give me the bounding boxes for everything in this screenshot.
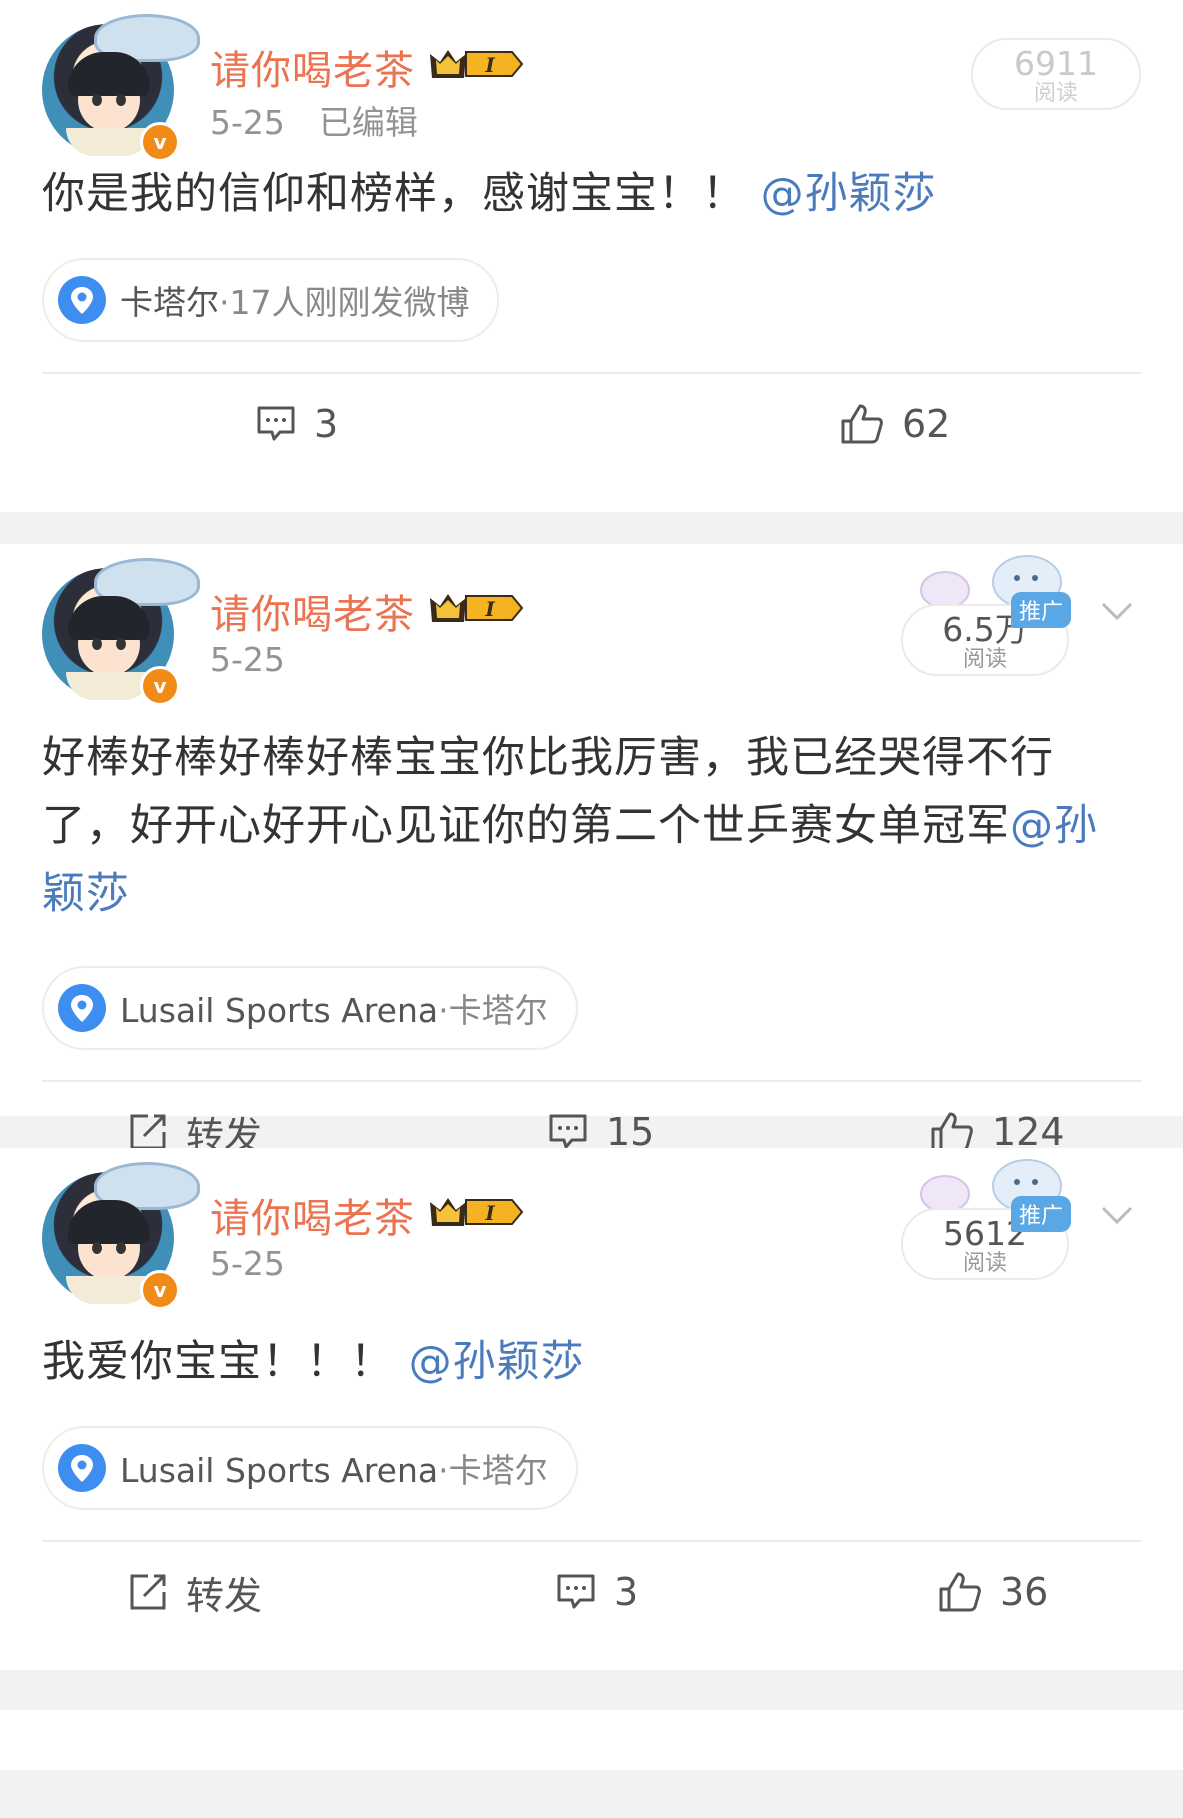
post-header: v 请你喝老茶 I 5-25 已编辑 6911 阅读 [42,0,1141,190]
read-label: 阅读 [962,647,1007,672]
post-text: 好棒好棒好棒好棒宝宝你比我厉害，我已经哭得不行了，好开心好开心见证你的第二个世乒… [42,724,1141,928]
comment-count: 3 [614,1570,639,1614]
like-button[interactable]: 36 [938,1542,1048,1642]
edited-label: 已编辑 [318,103,418,142]
post-date: 5-25 [210,640,285,679]
location-chip[interactable]: Lusail Sports Arena·卡塔尔 [42,966,578,1050]
location-pin-icon [58,1444,106,1492]
like-icon [931,1112,973,1152]
repost-icon [130,1574,166,1610]
crown-badge-icon[interactable]: I [428,46,524,82]
feed-gap [0,512,1183,544]
crown-badge-icon[interactable]: I [428,590,524,626]
post-header: v 请你喝老茶 I 5-25 6.5万 阅读 推广 [42,544,1141,734]
avatar-eye [92,638,102,650]
like-icon [939,1572,981,1612]
comment-icon [257,406,295,441]
read-count: 6911 [1014,44,1098,83]
post-card: v 请你喝老茶 I 5-25 6.5万 阅读 推广 好棒好棒好棒好棒宝宝你比我厉… [0,544,1183,1158]
avatar[interactable]: v [42,558,200,706]
svg-text:I: I [484,597,495,621]
username[interactable]: 请你喝老茶 [210,38,415,96]
location-text: 卡塔尔·17人刚刚发微博 [120,276,469,324]
post-meta: 5-25 已编辑 [210,96,418,144]
promo-tag[interactable]: 推广 [1010,592,1071,628]
post-meta: 5-25 [210,1244,285,1283]
svg-text:I: I [484,1201,495,1225]
location-sub: ·卡塔尔 [438,1451,548,1490]
avatar-eye [116,94,126,106]
avatar[interactable]: v [42,1162,200,1310]
comment-count: 3 [314,402,339,446]
location-name: 卡塔尔 [120,283,219,322]
like-count: 62 [902,402,951,446]
chevron-down-icon[interactable] [1099,592,1135,628]
post-card: v 请你喝老茶 I 5-25 已编辑 6911 阅读 你是我的信仰和榜样，感谢宝宝… [0,0,1183,512]
post-text-content: 好棒好棒好棒好棒宝宝你比我厉害，我已经哭得不行了，好开心好开心见证你的第二个世乒… [42,733,1054,851]
comment-button[interactable]: 3 [256,374,338,474]
mention-link[interactable]: @孙颖莎 [409,1337,585,1387]
post-header: v 请你喝老茶 I 5-25 5612 阅读 推广 [42,1148,1141,1338]
repost-button[interactable]: 转发 [128,1542,262,1642]
action-bar: 3 62 [42,374,1141,474]
location-sub: ·17人刚刚发微博 [219,283,470,322]
feed-gap [0,1670,1183,1710]
action-bar: 转发 3 36 [42,1542,1141,1642]
read-label: 阅读 [1033,81,1078,106]
read-count-pill[interactable]: 6911 阅读 [971,38,1141,110]
location-pin-icon [58,984,106,1032]
post-meta: 5-25 [210,640,285,679]
verified-v-icon: v [140,666,180,706]
post-text-content: 我爱你宝宝！！！ [42,1337,394,1387]
post-text: 我爱你宝宝！！！ @孙颖莎 [42,1328,1141,1396]
post-date: 5-25 [210,1244,285,1283]
location-text: Lusail Sports Arena·卡塔尔 [120,1444,548,1492]
verified-v-icon: v [140,1270,180,1310]
location-pin-icon [58,276,106,324]
like-button[interactable]: 62 [840,374,950,474]
comment-icon [557,1574,595,1609]
like-count: 36 [1000,1570,1049,1614]
promo-tag[interactable]: 推广 [1010,1196,1071,1232]
location-text: Lusail Sports Arena·卡塔尔 [120,984,548,1032]
avatar-eye [116,1242,126,1254]
comment-icon [549,1114,587,1149]
location-sub: ·卡塔尔 [438,991,548,1030]
weibo-feed: v 请你喝老茶 I 5-25 已编辑 6911 阅读 你是我的信仰和榜样，感谢宝宝… [0,0,1183,1770]
avatar[interactable]: v [42,14,200,162]
post-date: 5-25 [210,103,285,142]
crown-badge-icon[interactable]: I [428,1194,524,1230]
avatar-eye [116,638,126,650]
read-label: 阅读 [962,1251,1007,1276]
username[interactable]: 请你喝老茶 [210,1186,415,1244]
avatar-eye [92,94,102,106]
post-card: v 请你喝老茶 I 5-25 5612 阅读 推广 我爱你宝宝！！！ @孙颖莎 … [0,1148,1183,1670]
repost-label: 转发 [186,1573,263,1618]
next-post-card [0,1710,1183,1770]
location-name: Lusail Sports Arena [120,991,439,1030]
location-chip[interactable]: 卡塔尔·17人刚刚发微博 [42,258,500,342]
avatar-eye [92,1242,102,1254]
repost-icon [130,1114,166,1150]
location-name: Lusail Sports Arena [120,1451,439,1490]
location-chip[interactable]: Lusail Sports Arena·卡塔尔 [42,1426,578,1510]
chevron-down-icon[interactable] [1099,1196,1135,1232]
like-icon [841,404,883,444]
username[interactable]: 请你喝老茶 [210,582,415,640]
svg-text:I: I [484,53,495,77]
verified-v-icon: v [140,122,180,162]
comment-button[interactable]: 3 [556,1542,638,1642]
